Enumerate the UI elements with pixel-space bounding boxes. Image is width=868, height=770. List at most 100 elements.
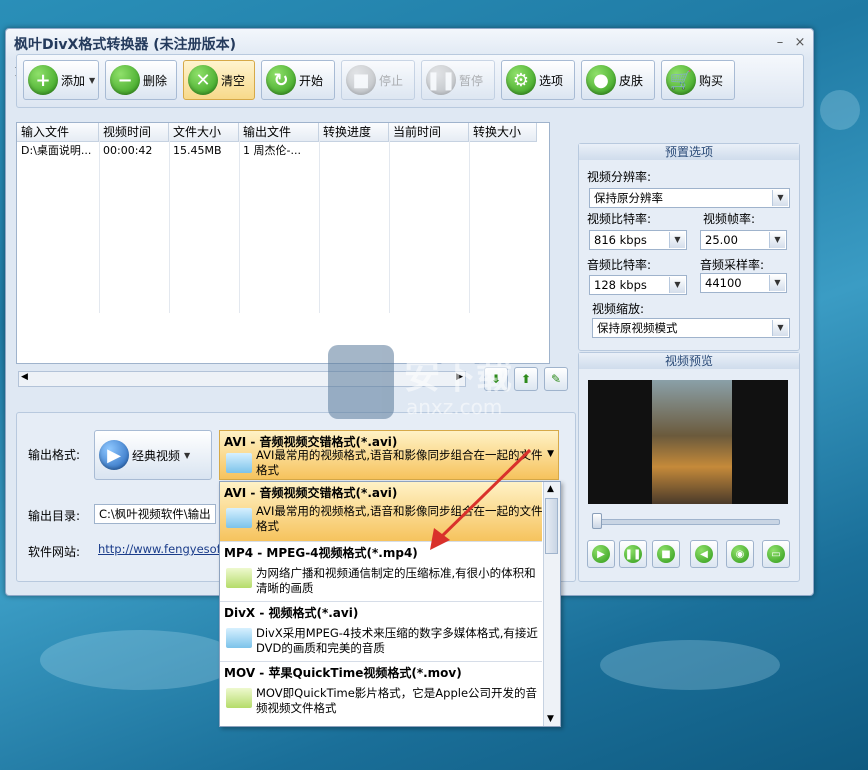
- folder-icon: [226, 453, 252, 473]
- grid-line: [169, 141, 170, 313]
- cell-current-time: [389, 142, 469, 160]
- format-option-title: MP4 - MPEG-4视频格式(*.mp4): [224, 546, 418, 560]
- options-label: 选项: [539, 73, 564, 88]
- video-scale-select[interactable]: 保持原视频模式 ▼: [592, 318, 790, 338]
- output-dir-label: 输出目录:: [28, 509, 81, 523]
- close-icon[interactable]: ×: [792, 35, 808, 51]
- video-bitrate-value: 816 kbps: [594, 233, 647, 247]
- scroll-up-icon[interactable]: ▲: [547, 484, 554, 494]
- grid-line: [389, 141, 390, 313]
- open-folder-button[interactable]: ▭: [762, 540, 790, 568]
- format-option-title: DivX - 视频格式(*.avi): [224, 606, 359, 620]
- clear-button[interactable]: ✕ 清空: [183, 60, 255, 100]
- chevron-down-icon: ▼: [547, 449, 554, 459]
- format-option-title: AVI - 音频视频交错格式(*.avi): [224, 486, 398, 500]
- minimize-icon[interactable]: –: [772, 35, 788, 51]
- plus-icon: +: [28, 65, 58, 95]
- video-bitrate-label: 视频比特率:: [587, 212, 652, 226]
- watermark-shield-icon: [328, 345, 394, 419]
- delete-button[interactable]: − 删除: [105, 60, 177, 100]
- apple-icon: ●: [586, 65, 616, 95]
- play-button[interactable]: ▶: [587, 540, 615, 568]
- pause-button[interactable]: ❚❚ 暂停: [421, 60, 495, 100]
- stop-icon: ■: [346, 65, 376, 95]
- stop-preview-button[interactable]: ■: [652, 540, 680, 568]
- watermark-domain: anxz.com: [406, 395, 503, 419]
- video-icon: ▶: [99, 440, 129, 470]
- delete-label: 删除: [143, 73, 168, 88]
- play-icon: ▶: [592, 545, 610, 563]
- scroll-down-icon[interactable]: ▼: [547, 714, 554, 724]
- options-button[interactable]: ⚙ 选项: [501, 60, 575, 100]
- table-row[interactable]: D:\桌面说明... 00:00:42 15.45MB 1 周杰伦-...: [17, 142, 537, 160]
- format-option-title: MOV - 苹果QuickTime视频格式(*.mov): [224, 666, 462, 680]
- resolution-select[interactable]: 保持原分辨率 ▼: [589, 188, 790, 208]
- toolbar: + 添加 ▼ − 删除 ✕ 清空 ↻ 开始 ■ 停止 ❚❚ 暂停 ⚙ 选项 ● …: [16, 54, 804, 108]
- preview-title: 视频预览: [579, 353, 799, 369]
- file-list[interactable]: 输入文件 视频时间 文件大小 输出文件 转换进度 当前时间 转换大小 D:\桌面…: [16, 122, 550, 364]
- wrench-icon: ⚙: [506, 65, 536, 95]
- cell-video-time: 00:00:42: [103, 144, 153, 157]
- start-label: 开始: [299, 73, 324, 88]
- folder-icon: [226, 628, 252, 648]
- column-header[interactable]: 转换进度: [319, 123, 389, 141]
- list-item[interactable]: MOV - 苹果QuickTime视频格式(*.mov) MOV即QuickTi…: [220, 662, 542, 721]
- annotation-arrow: [430, 448, 532, 550]
- sample-rate-select[interactable]: 44100 ▼: [700, 273, 787, 293]
- folder-icon: [226, 568, 252, 588]
- fps-select[interactable]: 25.00 ▼: [700, 230, 787, 250]
- column-header[interactable]: 转换大小: [469, 123, 537, 141]
- resolution-label: 视频分辨率:: [587, 170, 652, 184]
- format-category-label: 经典视频: [132, 448, 181, 463]
- background-ripple: [820, 90, 860, 130]
- cell-output-file: 1 周杰伦-...: [243, 144, 301, 157]
- clear-label: 清空: [221, 73, 246, 88]
- grid-line: [319, 141, 320, 313]
- seek-slider-thumb[interactable]: [592, 513, 602, 529]
- stop-icon: ■: [657, 545, 675, 563]
- format-option-desc: 为网络广播和视频通信制定的压缩标准,有很小的体积和清晰的画质: [256, 566, 536, 595]
- column-header[interactable]: 当前时间: [389, 123, 469, 141]
- grid-line: [469, 141, 470, 313]
- start-button[interactable]: ↻ 开始: [261, 60, 335, 100]
- resolution-value: 保持原分辨率: [594, 191, 663, 205]
- add-button[interactable]: + 添加 ▼: [23, 60, 99, 100]
- chevron-down-icon: ▼: [669, 232, 685, 248]
- stop-button[interactable]: ■ 停止: [341, 60, 415, 100]
- grid-line: [99, 141, 100, 313]
- scroll-thumb[interactable]: [545, 498, 558, 554]
- clear-icon: ✕: [188, 65, 218, 95]
- cell-progress: [319, 142, 389, 160]
- chevron-down-icon: ▼: [772, 320, 788, 336]
- buy-label: 购买: [699, 73, 724, 88]
- column-header[interactable]: 输出文件: [239, 123, 319, 141]
- scroll-left-icon[interactable]: ◀: [21, 372, 28, 382]
- buy-button[interactable]: 🛒 购买: [661, 60, 735, 100]
- fps-label: 视频帧率:: [703, 212, 756, 226]
- output-dir-field[interactable]: C:\枫叶视频软件\输出: [94, 504, 216, 524]
- column-header[interactable]: 视频时间: [99, 123, 169, 141]
- snapshot-button[interactable]: ◉: [726, 540, 754, 568]
- format-category-button[interactable]: ▶ 经典视频 ▼: [94, 430, 212, 480]
- seek-slider-track[interactable]: [596, 519, 780, 525]
- site-label: 软件网站:: [28, 545, 81, 559]
- folder-icon: ▭: [767, 545, 785, 563]
- vertical-scrollbar[interactable]: ▲ ▼: [543, 482, 560, 726]
- column-header[interactable]: 输入文件: [17, 123, 99, 141]
- audio-bitrate-select[interactable]: 128 kbps ▼: [589, 275, 687, 295]
- site-link[interactable]: http://www.fengyesoft.com: [98, 542, 220, 556]
- video-bitrate-select[interactable]: 816 kbps ▼: [589, 230, 687, 250]
- cell-output-size: [469, 142, 537, 160]
- skin-button[interactable]: ● 皮肤: [581, 60, 655, 100]
- stop-label: 停止: [379, 73, 404, 88]
- volume-button[interactable]: ◀: [690, 540, 718, 568]
- refresh-icon: ↻: [266, 65, 296, 95]
- grid-line: [239, 141, 240, 313]
- list-item[interactable]: DivX - 视频格式(*.avi) DivX采用MPEG-4技术来压缩的数字多…: [220, 602, 542, 662]
- fps-value: 25.00: [705, 233, 738, 247]
- pause-preview-button[interactable]: ❚❚: [619, 540, 647, 568]
- column-header[interactable]: 文件大小: [169, 123, 239, 141]
- window-title: 枫叶DivX格式转换器 (未注册版本): [14, 37, 237, 53]
- watermark-logo: 安下载 anxz.com: [328, 345, 558, 425]
- background-ripple: [600, 640, 780, 690]
